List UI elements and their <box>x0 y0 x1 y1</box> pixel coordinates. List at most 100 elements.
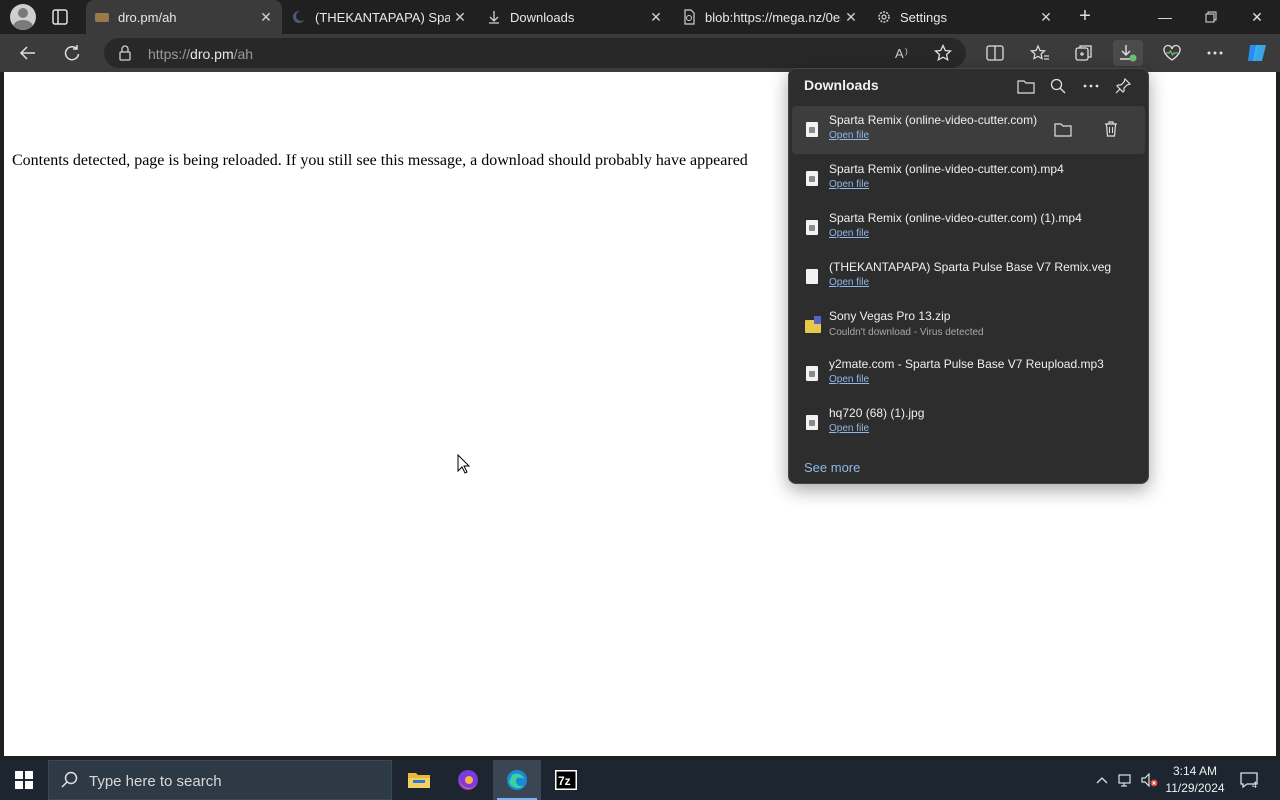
lock-icon[interactable] <box>118 45 132 66</box>
video-file-icon <box>806 220 818 235</box>
split-screen-icon[interactable] <box>980 40 1010 66</box>
download-item[interactable]: Sparta Remix (online-video-cutter.com) O… <box>792 106 1145 154</box>
open-folder-icon[interactable] <box>1014 75 1038 97</box>
network-icon[interactable] <box>1116 760 1136 800</box>
delete-icon[interactable] <box>1097 116 1125 142</box>
tab-dro-pm[interactable]: dro.pm/ah ✕ <box>86 0 282 34</box>
favorites-icon[interactable] <box>1025 40 1055 66</box>
close-icon[interactable]: ✕ <box>1036 7 1056 27</box>
clock-date: 11/29/2024 <box>1165 781 1225 795</box>
downloads-button[interactable] <box>1113 40 1143 66</box>
tab-actions-icon[interactable] <box>50 7 70 27</box>
favorite-star-icon[interactable] <box>928 40 958 66</box>
taskbar-search-box[interactable]: Type here to search <box>48 760 392 800</box>
new-tab-button[interactable]: + <box>1074 6 1096 28</box>
more-options-icon[interactable] <box>1079 75 1103 97</box>
profile-avatar[interactable] <box>10 4 36 30</box>
zip-folder-icon <box>805 316 821 333</box>
chevron-up-icon[interactable] <box>1092 760 1112 800</box>
restore-button[interactable] <box>1188 0 1234 34</box>
search-icon <box>61 771 79 794</box>
reload-message: Contents detected, page is being reloade… <box>12 152 748 169</box>
window-close-button[interactable]: ✕ <box>1234 0 1280 34</box>
pin-icon[interactable] <box>1111 75 1135 97</box>
refresh-button[interactable] <box>58 40 86 66</box>
file-blob-icon <box>681 9 697 25</box>
volume-muted-icon[interactable] <box>1140 760 1160 800</box>
more-menu-icon[interactable] <box>1200 40 1230 66</box>
open-file-link[interactable]: Open file <box>829 179 869 190</box>
download-item[interactable]: Sparta Remix (online-video-cutter.com).m… <box>792 155 1145 203</box>
video-file-icon <box>806 122 818 137</box>
close-icon[interactable]: ✕ <box>450 7 470 27</box>
search-icon[interactable] <box>1046 75 1070 97</box>
drop-favicon <box>94 9 110 25</box>
tab-blob-mega[interactable]: blob:https://mega.nz/0e5 ✕ <box>673 0 867 34</box>
tab-thekantapapa[interactable]: (THEKANTAPAPA) Sparta ✕ <box>283 0 476 34</box>
downloads-panel: Downloads Sparta Remix (online-video-cut… <box>788 68 1149 484</box>
minimize-button[interactable]: — <box>1142 0 1188 34</box>
moon-favicon <box>291 9 307 25</box>
show-in-folder-icon[interactable] <box>1049 116 1077 142</box>
read-aloud-icon[interactable]: A) <box>889 40 919 66</box>
notification-center-icon[interactable]: 4 <box>1236 760 1264 800</box>
download-item[interactable]: Sparta Remix (online-video-cutter.com) (… <box>792 204 1145 252</box>
close-icon[interactable]: ✕ <box>646 7 666 27</box>
file-icon <box>806 269 818 284</box>
collections-icon[interactable] <box>1069 40 1099 66</box>
open-file-link[interactable]: Open file <box>829 423 869 434</box>
downloads-title: Downloads <box>804 77 879 93</box>
clock-time: 3:14 AM <box>1172 764 1218 778</box>
notification-count: 4 <box>1252 780 1257 789</box>
address-bar[interactable]: https://dro.pm/ah <box>104 38 966 68</box>
open-file-link[interactable]: Open file <box>829 130 869 141</box>
download-filename: Sparta Remix (online-video-cutter.com) <box>829 113 1038 127</box>
open-file-link[interactable]: Open file <box>829 228 869 239</box>
download-item[interactable]: hq720 (68) (1).jpg Open file <box>792 399 1145 447</box>
audio-file-icon <box>806 366 818 381</box>
close-icon[interactable]: ✕ <box>256 7 276 27</box>
search-placeholder: Type here to search <box>89 773 222 790</box>
svg-text:7z: 7z <box>558 774 571 788</box>
tab-downloads[interactable]: Downloads ✕ <box>478 0 672 34</box>
download-item[interactable]: Sony Vegas Pro 13.zip Couldn't download … <box>792 302 1145 350</box>
navigation-bar: https://dro.pm/ah A) <box>0 34 1280 72</box>
system-clock[interactable]: 3:14 AM 11/29/2024 <box>1160 763 1230 797</box>
back-button[interactable] <box>14 40 42 66</box>
edge-icon[interactable] <box>493 760 541 800</box>
close-icon[interactable]: ✕ <box>841 7 861 27</box>
download-filename: hq720 (68) (1).jpg <box>829 406 925 420</box>
svg-text:): ) <box>905 47 908 56</box>
copilot-icon[interactable] <box>1242 40 1272 66</box>
tab-title: blob:https://mega.nz/0e5 <box>705 9 841 25</box>
start-button[interactable] <box>0 760 48 800</box>
tab-title: Settings <box>900 9 947 25</box>
open-file-link[interactable]: Open file <box>829 374 869 385</box>
download-status: Couldn't download - Virus detected <box>829 327 984 338</box>
gear-icon <box>876 9 892 25</box>
see-more-link[interactable]: See more <box>804 460 860 475</box>
taskbar: Type here to search 7z 3:14 AM 11/29/202… <box>0 760 1280 800</box>
7zip-icon[interactable]: 7z <box>542 760 590 800</box>
open-file-link[interactable]: Open file <box>829 277 869 288</box>
url-path: /ah <box>233 46 254 62</box>
url-host: dro.pm <box>190 46 234 62</box>
download-item[interactable]: y2mate.com - Sparta Pulse Base V7 Reuplo… <box>792 350 1145 398</box>
mouse-cursor-icon <box>457 453 471 479</box>
tab-settings[interactable]: Settings ✕ <box>868 0 1062 34</box>
performance-heart-icon[interactable] <box>1157 40 1187 66</box>
tab-title: (THEKANTAPAPA) Sparta <box>315 9 450 25</box>
svg-text:A: A <box>895 46 904 61</box>
tab-title: Downloads <box>510 9 575 25</box>
url-text[interactable]: https://dro.pm/ah <box>148 46 253 62</box>
image-file-icon <box>806 415 818 430</box>
download-icon <box>486 9 502 25</box>
download-item[interactable]: (THEKANTAPAPA) Sparta Pulse Base V7 Remi… <box>792 253 1145 301</box>
download-filename: Sony Vegas Pro 13.zip <box>829 309 951 323</box>
video-file-icon <box>806 171 818 186</box>
download-filename: Sparta Remix (online-video-cutter.com).m… <box>829 162 1064 176</box>
firefox-icon[interactable] <box>444 760 492 800</box>
url-scheme: https:// <box>148 46 191 62</box>
tab-title: dro.pm/ah <box>118 9 177 25</box>
file-explorer-icon[interactable] <box>395 760 443 800</box>
